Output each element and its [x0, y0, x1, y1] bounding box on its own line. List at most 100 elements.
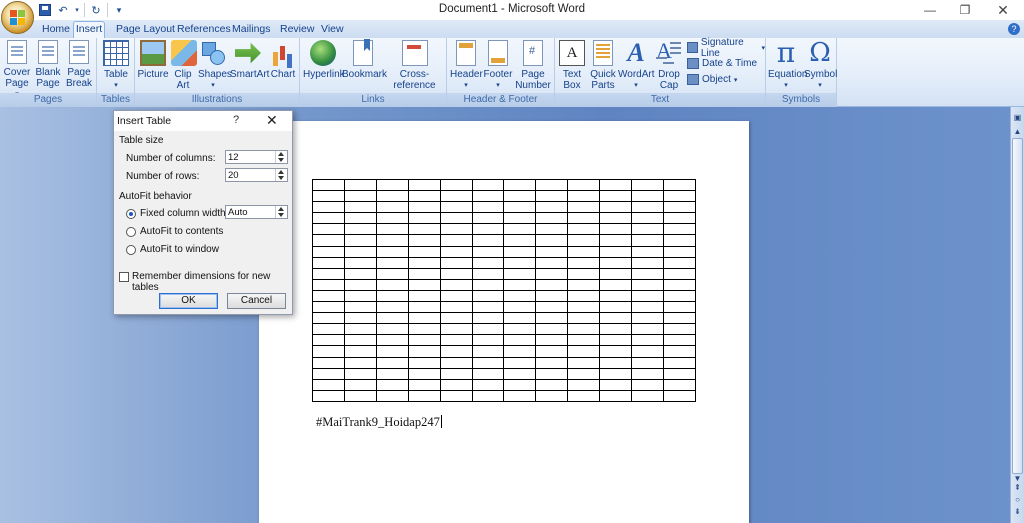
table-cell[interactable] — [471, 190, 505, 203]
tab-insert[interactable]: Insert — [73, 21, 105, 39]
table-cell[interactable] — [662, 345, 697, 358]
table-cell[interactable] — [439, 378, 473, 391]
table-cell[interactable] — [471, 178, 505, 192]
table-cell[interactable] — [439, 345, 473, 358]
table-cell[interactable] — [439, 267, 473, 280]
table-cell[interactable] — [407, 201, 441, 214]
table-cell[interactable] — [567, 234, 601, 247]
table-cell[interactable] — [567, 367, 601, 380]
autofit-window-radio[interactable] — [126, 245, 136, 255]
table-cell[interactable] — [535, 223, 569, 236]
table-cell[interactable] — [407, 245, 441, 258]
table-cell[interactable] — [312, 345, 345, 358]
table-cell[interactable] — [407, 367, 441, 380]
table-cell[interactable] — [535, 178, 569, 192]
table-cell[interactable] — [375, 201, 409, 214]
wordart-button[interactable]: A WordArt ▾ — [618, 40, 655, 91]
table-cell[interactable] — [567, 190, 601, 203]
table-cell[interactable] — [439, 234, 473, 247]
table-cell[interactable] — [439, 278, 473, 291]
table-cell[interactable] — [375, 334, 409, 347]
table-cell[interactable] — [567, 278, 601, 291]
table-cell[interactable] — [535, 367, 569, 380]
table-cell[interactable] — [567, 178, 601, 192]
table-cell[interactable] — [312, 223, 345, 236]
table-cell[interactable] — [343, 190, 377, 203]
table-cell[interactable] — [631, 334, 664, 347]
table-cell[interactable] — [375, 278, 409, 291]
tab-home[interactable]: Home — [42, 22, 70, 38]
dialog-close-icon[interactable]: ✕ — [266, 112, 278, 129]
table-cell[interactable] — [312, 323, 345, 336]
table-cell[interactable] — [375, 289, 409, 303]
table-cell[interactable] — [599, 289, 633, 303]
table-cell[interactable] — [407, 334, 441, 347]
ruler-toggle-icon[interactable]: ▣ — [1012, 112, 1023, 123]
table-cell[interactable] — [535, 312, 569, 325]
fixed-width-radio[interactable] — [126, 209, 136, 219]
table-cell[interactable] — [567, 223, 601, 236]
equation-button[interactable]: π Equation ▾ — [768, 39, 807, 91]
tab-view[interactable]: View — [321, 22, 344, 38]
table-cell[interactable] — [631, 323, 664, 336]
table-cell[interactable] — [662, 223, 697, 236]
restore-button[interactable]: ❐ — [947, 0, 983, 20]
table-cell[interactable] — [503, 378, 537, 391]
table-cell[interactable] — [662, 256, 697, 269]
table-cell[interactable] — [535, 190, 569, 203]
table-cell[interactable] — [662, 334, 697, 347]
table-cell[interactable] — [631, 245, 664, 258]
shapes-button[interactable]: Shapes ▾ — [198, 40, 232, 91]
table-cell[interactable] — [662, 289, 697, 303]
table-cell[interactable] — [503, 201, 537, 214]
table-cell[interactable] — [471, 389, 505, 403]
date-time-button[interactable]: Date & Time — [687, 57, 757, 70]
table-cell[interactable] — [631, 389, 664, 403]
table-cell[interactable] — [375, 345, 409, 358]
table-cell[interactable] — [662, 278, 697, 291]
symbol-button[interactable]: Ω Symbol ▾ — [804, 40, 837, 91]
table-cell[interactable] — [439, 190, 473, 203]
table-cell[interactable] — [535, 289, 569, 303]
table-cell[interactable] — [407, 278, 441, 291]
table-cell[interactable] — [375, 223, 409, 236]
table-cell[interactable] — [503, 178, 537, 192]
table-cell[interactable] — [407, 356, 441, 369]
table-cell[interactable] — [343, 345, 377, 358]
table-cell[interactable] — [312, 212, 345, 225]
table-cell[interactable] — [503, 334, 537, 347]
table-cell[interactable] — [631, 234, 664, 247]
table-cell[interactable] — [471, 301, 505, 314]
table-cell[interactable] — [535, 356, 569, 369]
previous-page-icon[interactable]: ⇞ — [1012, 482, 1023, 493]
table-cell[interactable] — [312, 256, 345, 269]
rows-spinner[interactable]: 20 — [225, 168, 288, 182]
table-cell[interactable] — [599, 389, 633, 403]
table-cell[interactable] — [599, 356, 633, 369]
table-cell[interactable] — [343, 256, 377, 269]
table-cell[interactable] — [535, 267, 569, 280]
table-cell[interactable] — [343, 278, 377, 291]
cross-reference-button[interactable]: Cross-reference — [384, 40, 445, 91]
table-cell[interactable] — [662, 267, 697, 280]
close-window-button[interactable]: ✕ — [985, 0, 1021, 20]
table-cell[interactable] — [631, 345, 664, 358]
table-cell[interactable] — [503, 301, 537, 314]
table-cell[interactable] — [439, 201, 473, 214]
table-cell[interactable] — [662, 378, 697, 391]
table-cell[interactable] — [407, 289, 441, 303]
undo-icon[interactable]: ↶ — [56, 3, 70, 17]
clip-art-button[interactable]: Clip Art — [171, 40, 197, 91]
table-cell[interactable] — [503, 389, 537, 403]
table-cell[interactable] — [375, 301, 409, 314]
table-cell[interactable] — [567, 245, 601, 258]
table-cell[interactable] — [312, 367, 345, 380]
table-cell[interactable] — [631, 312, 664, 325]
table-cell[interactable] — [599, 345, 633, 358]
table-cell[interactable] — [662, 201, 697, 214]
table-cell[interactable] — [662, 234, 697, 247]
table-cell[interactable] — [662, 389, 697, 403]
table-cell[interactable] — [312, 378, 345, 391]
table-cell[interactable] — [631, 223, 664, 236]
table-cell[interactable] — [343, 289, 377, 303]
